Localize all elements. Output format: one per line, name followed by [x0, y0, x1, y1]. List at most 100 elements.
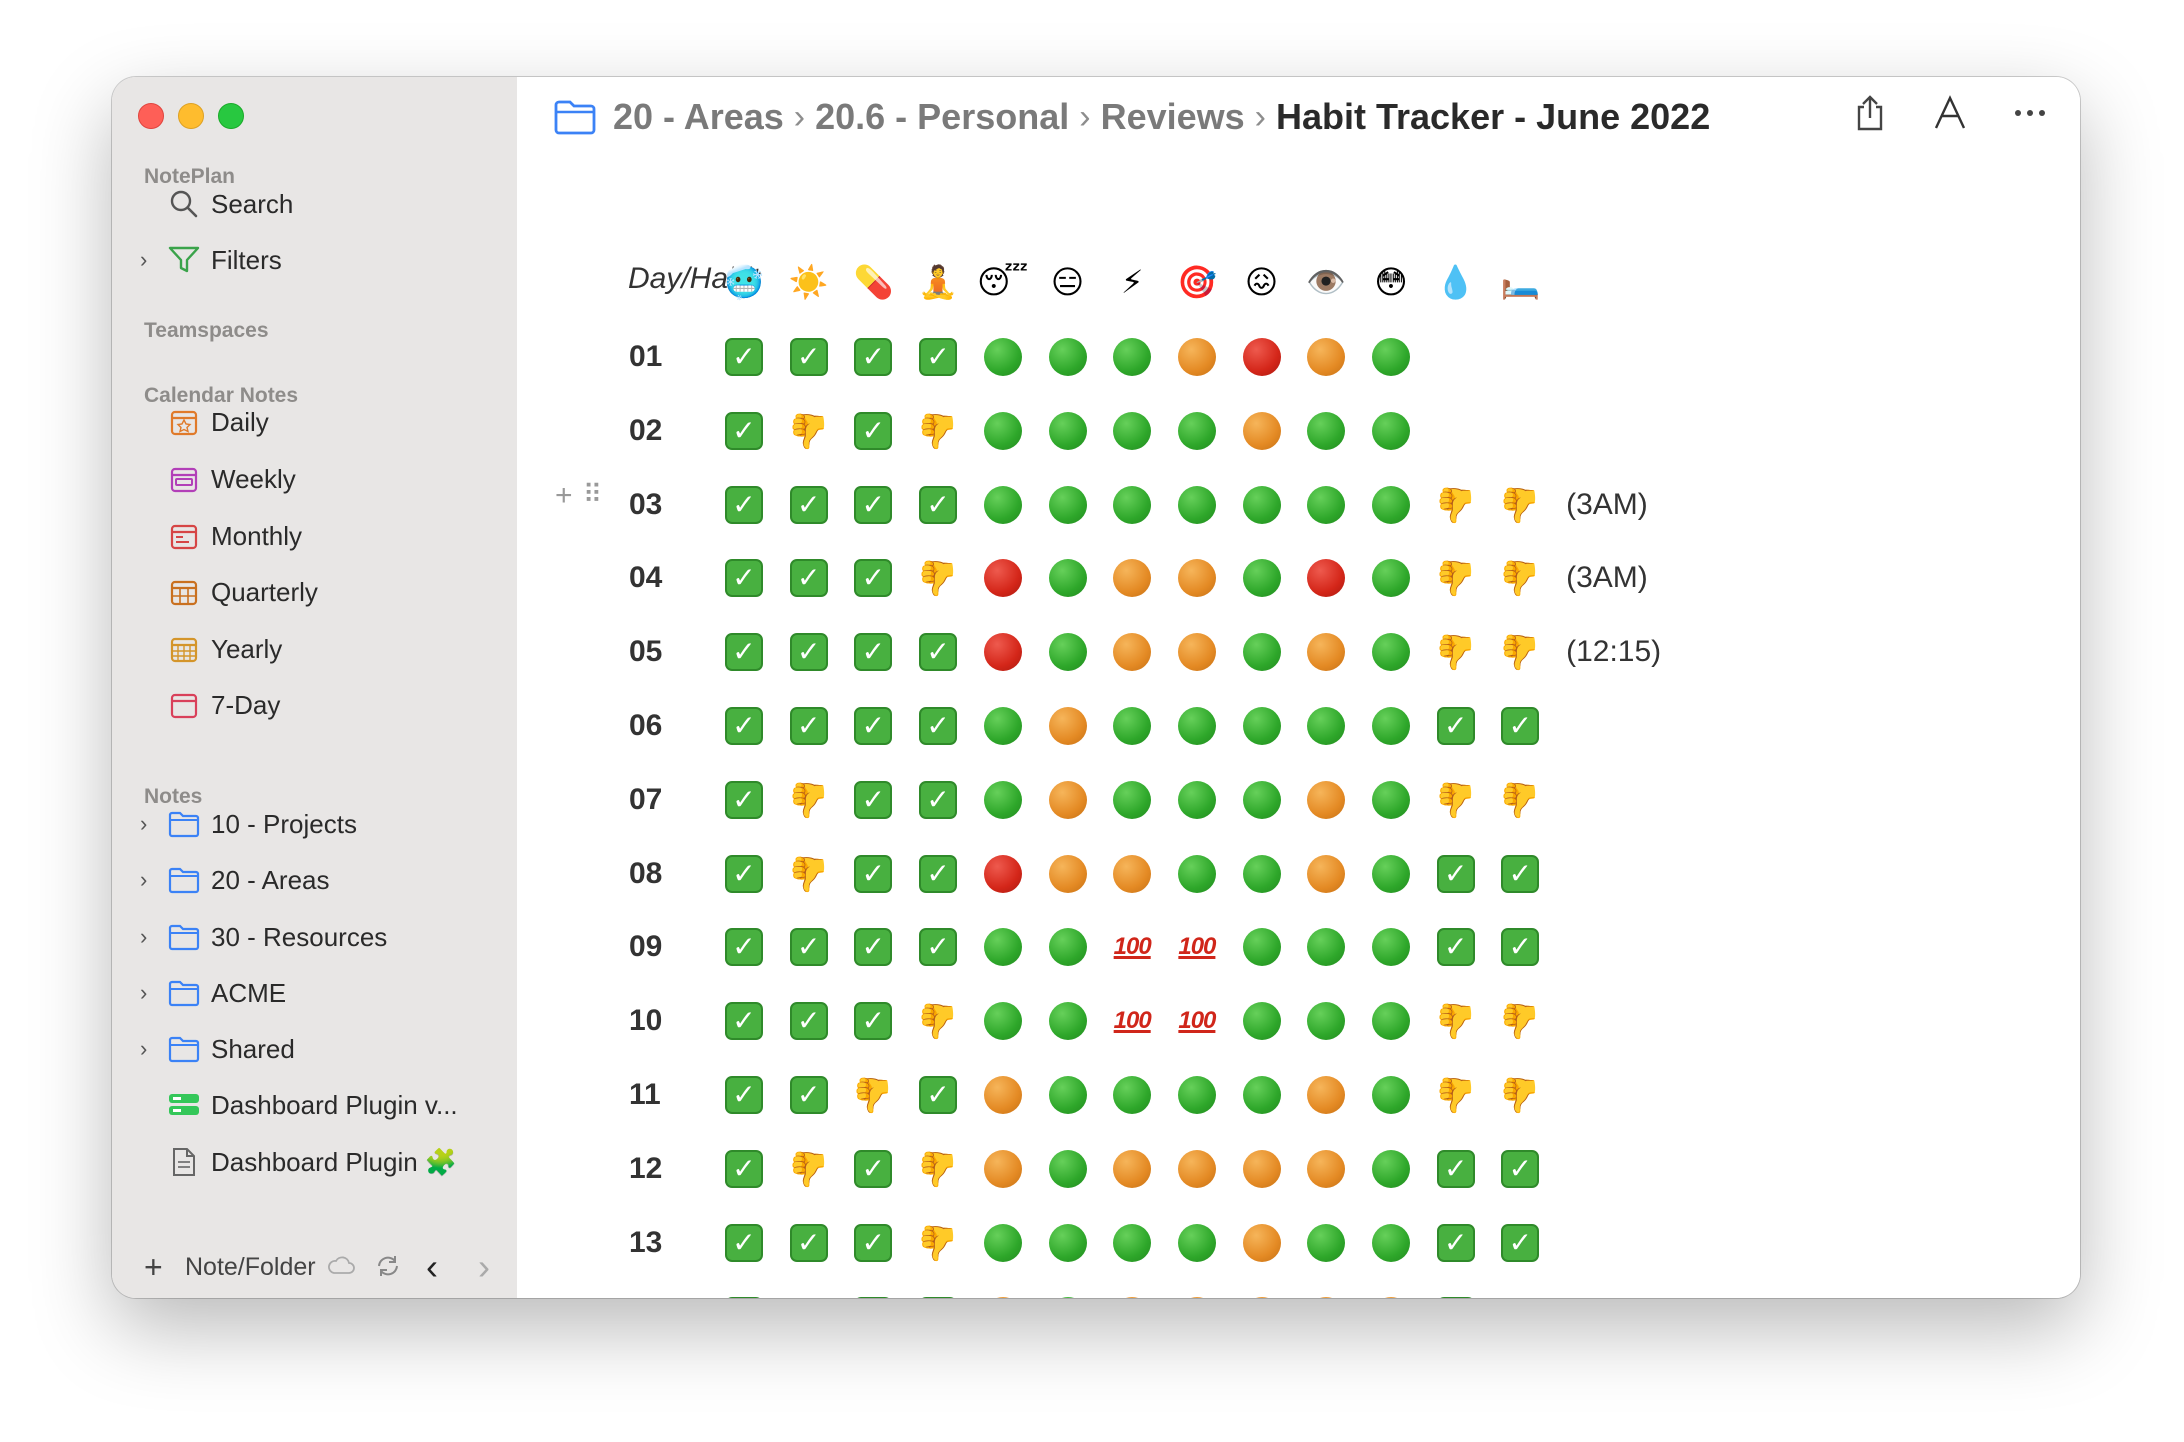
- check-icon: ✓: [721, 629, 767, 675]
- green-circle-icon: [1239, 777, 1285, 823]
- chevron-right-icon[interactable]: ›: [140, 980, 160, 1006]
- sidebar-section-teamspaces[interactable]: Teamspaces: [144, 319, 269, 343]
- red-circle-icon: [980, 851, 1026, 897]
- yearly-calendar-icon: [166, 631, 202, 667]
- breadcrumb-item[interactable]: 20 - Areas: [613, 96, 784, 138]
- breadcrumb-item[interactable]: Reviews: [1101, 96, 1245, 138]
- green-circle-icon: [1109, 1220, 1155, 1266]
- green-circle-icon: [1239, 1072, 1285, 1118]
- green-circle-icon: [1045, 555, 1091, 601]
- sidebar-item-weekly[interactable]: Weekly: [112, 454, 517, 504]
- page-title: Habit Tracker - June 2022: [1276, 96, 1711, 137]
- habit-icon: 💊: [853, 264, 894, 300]
- check-icon: ✓: [721, 703, 767, 749]
- thumbs-down-icon: 👍: [1434, 485, 1477, 524]
- minimize-window-button[interactable]: [178, 103, 204, 129]
- green-circle-icon: [1239, 482, 1285, 528]
- sidebar-item-monthly[interactable]: Monthly: [112, 511, 517, 561]
- sidebar-item-search[interactable]: Search: [112, 179, 517, 229]
- day-label: 13: [629, 1225, 663, 1259]
- check-icon: ✓: [786, 555, 832, 601]
- monthly-calendar-icon: [166, 518, 202, 554]
- green-circle-icon: [1368, 777, 1414, 823]
- maximize-window-button[interactable]: [218, 103, 244, 129]
- habit-icon: 😑: [1050, 264, 1085, 300]
- sidebar-item-label: Filters: [211, 244, 282, 275]
- breadcrumb-item[interactable]: 20.6 - Personal: [815, 96, 1069, 138]
- green-circle-icon: [980, 1220, 1026, 1266]
- sidebar-folder-areas[interactable]: › 20 - Areas: [112, 855, 517, 905]
- thumbs-down-icon: 👍: [916, 1223, 960, 1262]
- thumbs-down-icon: 👍: [787, 854, 830, 893]
- sidebar-item-7day[interactable]: 7-Day: [112, 680, 517, 730]
- row-note: (12:15): [1566, 635, 1662, 669]
- orange-circle-icon: [1303, 334, 1349, 380]
- orange-circle-icon: [1045, 703, 1091, 749]
- orange-circle-icon: [1174, 555, 1220, 601]
- sidebar-folder-acme[interactable]: › ACME: [112, 968, 517, 1018]
- thumbs-down-icon: 👍: [1497, 1293, 1543, 1298]
- chevron-right-icon[interactable]: ›: [140, 867, 160, 893]
- hundred-icon: 100: [1178, 1007, 1216, 1035]
- sidebar-note-dashboard-plugin[interactable]: Dashboard Plugin 🧩: [112, 1137, 517, 1187]
- chevron-right-icon[interactable]: ›: [140, 247, 160, 273]
- sidebar-item-label: Dashboard Plugin v...: [211, 1089, 458, 1120]
- green-circle-icon: [1303, 703, 1349, 749]
- forward-arrow-icon[interactable]: ›: [478, 1246, 490, 1288]
- check-icon: ✓: [1433, 703, 1479, 749]
- thumbs-down-icon: 👍: [1499, 1002, 1542, 1041]
- ellipsis-icon: [2015, 110, 2045, 116]
- sidebar-item-daily[interactable]: Daily: [112, 397, 517, 447]
- drag-handle-icon[interactable]: ⠿: [583, 479, 602, 510]
- check-icon: ✓: [915, 851, 961, 897]
- sidebar-folder-projects[interactable]: › 10 - Projects: [112, 799, 517, 849]
- green-circle-icon: [1368, 408, 1414, 454]
- sidebar-note-dashboard-plugin-v[interactable]: Dashboard Plugin v...: [112, 1080, 517, 1130]
- green-circle-icon: [1045, 482, 1091, 528]
- sidebar-item-filters[interactable]: › Filters: [112, 235, 517, 285]
- green-circle-icon: [1109, 1072, 1155, 1118]
- check-icon: ✓: [850, 1146, 896, 1192]
- check-icon: ✓: [1433, 1146, 1479, 1192]
- add-icon[interactable]: +: [144, 1249, 163, 1286]
- more-button[interactable]: [2010, 91, 2050, 135]
- check-icon: ✓: [850, 334, 896, 380]
- green-circle-icon: [1109, 777, 1155, 823]
- folder-icon[interactable]: [553, 98, 597, 136]
- check-icon: ✓: [721, 408, 767, 454]
- sync-icon[interactable]: [374, 1252, 402, 1287]
- green-circle-icon: [1303, 1220, 1349, 1266]
- sidebar-folder-shared[interactable]: › Shared: [112, 1024, 517, 1074]
- chevron-right-icon[interactable]: ›: [140, 924, 160, 950]
- orange-circle-icon: [1239, 1220, 1285, 1266]
- orange-circle-icon: [980, 1146, 1026, 1192]
- thumbs-down-icon: 👍: [787, 1149, 830, 1188]
- green-circle-icon: [1303, 408, 1349, 454]
- check-icon: ✓: [850, 777, 896, 823]
- green-circle-icon: [1239, 851, 1285, 897]
- close-window-button[interactable]: [138, 103, 164, 129]
- document-icon: [166, 1144, 202, 1180]
- add-row-icon[interactable]: +: [555, 479, 573, 513]
- back-arrow-icon[interactable]: ‹: [426, 1246, 438, 1288]
- check-icon: ✓: [915, 777, 961, 823]
- thumbs-down-icon: 👍: [1434, 559, 1477, 598]
- sidebar-item-yearly[interactable]: Yearly: [112, 624, 517, 674]
- chevron-right-icon[interactable]: ›: [140, 1036, 160, 1062]
- share-button[interactable]: [1850, 91, 1890, 135]
- orange-circle-icon: [1109, 555, 1155, 601]
- hundred-icon: 100: [1113, 933, 1152, 961]
- day-label: 06: [629, 709, 663, 742]
- thumbs-down-icon: 👍: [1499, 1076, 1542, 1114]
- chevron-right-icon[interactable]: ›: [140, 811, 160, 837]
- habit-header-icon: 💧: [1433, 259, 1479, 305]
- sidebar-item-quarterly[interactable]: Quarterly: [112, 567, 517, 617]
- new-note-folder-button[interactable]: Note/Folder: [185, 1253, 316, 1282]
- green-circle-icon: [1303, 482, 1349, 528]
- sidebar-folder-resources[interactable]: › 30 - Resources: [112, 912, 517, 962]
- row-note: (3AM): [1566, 561, 1648, 595]
- font-button[interactable]: [1930, 91, 1970, 135]
- green-circle-icon: [1174, 1220, 1220, 1266]
- thumbs-down-icon: 👍: [852, 1076, 895, 1114]
- orange-circle-icon: [980, 1072, 1026, 1118]
